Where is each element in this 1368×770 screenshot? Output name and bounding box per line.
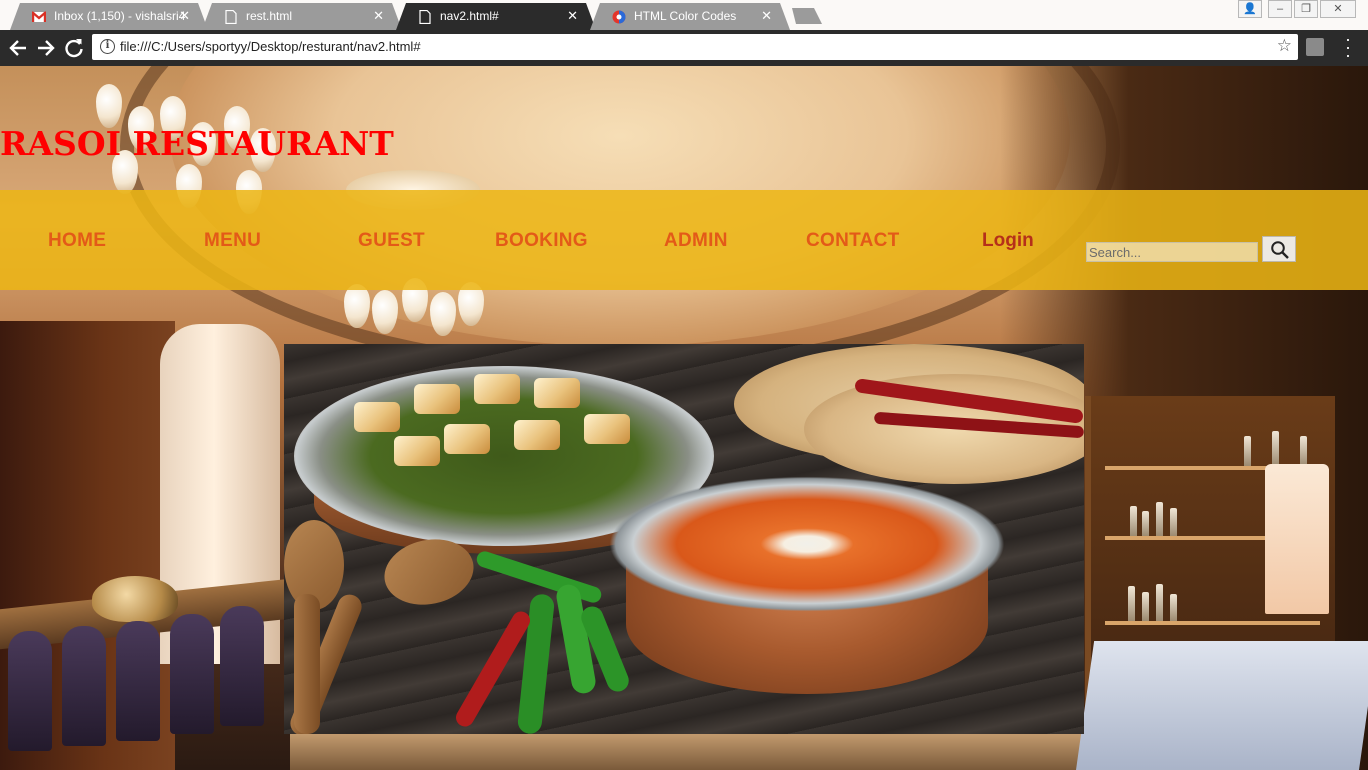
forward-arrow-icon[interactable]	[34, 36, 58, 60]
tab-strip: Inbox (1,150) - vishalsri4 ✕ rest.html ✕…	[0, 0, 1368, 30]
restore-button[interactable]: ❐	[1294, 0, 1318, 18]
close-icon[interactable]: ✕	[179, 8, 190, 24]
back-arrow-icon[interactable]	[6, 36, 30, 60]
new-tab-button[interactable]	[788, 8, 822, 24]
close-window-button[interactable]: ✕	[1320, 0, 1356, 18]
bookmark-star-icon[interactable]: ☆	[1277, 36, 1292, 56]
nav-guest[interactable]: GUEST	[358, 230, 425, 252]
close-icon[interactable]: ✕	[373, 8, 384, 24]
tab-title: Inbox (1,150) - vishalsri4	[54, 9, 186, 23]
close-icon[interactable]: ✕	[567, 8, 578, 24]
nav-login[interactable]: Login	[982, 230, 1034, 252]
extension-pdf-icon[interactable]	[1306, 38, 1324, 56]
user-icon[interactable]: 👤	[1238, 0, 1262, 18]
nav-home[interactable]: HOME	[48, 230, 106, 252]
tab-rest[interactable]: rest.html ✕	[202, 3, 402, 30]
page-icon	[224, 10, 238, 24]
tab-title: rest.html	[246, 9, 293, 23]
tab-gmail[interactable]: Inbox (1,150) - vishalsri4 ✕	[10, 3, 208, 30]
page-content: RASOI RESTAURANT HOME MENU GUEST BOOKING…	[0, 66, 1368, 770]
tab-title: HTML Color Codes	[634, 9, 737, 23]
search-button[interactable]	[1262, 236, 1296, 262]
info-icon[interactable]: i	[100, 39, 115, 54]
nav-booking[interactable]: BOOKING	[495, 230, 588, 252]
tab-nav2[interactable]: nav2.html# ✕	[396, 3, 596, 30]
minimize-button[interactable]: –	[1268, 0, 1292, 18]
url-text[interactable]: file:///C:/Users/sportyy/Desktop/restura…	[120, 39, 421, 54]
gmail-icon	[32, 10, 46, 24]
tab-title: nav2.html#	[440, 9, 499, 23]
nav-menu[interactable]: MENU	[204, 230, 261, 252]
close-icon[interactable]: ✕	[761, 8, 772, 24]
reload-icon[interactable]	[62, 36, 86, 60]
search-input[interactable]	[1086, 242, 1258, 262]
main-nav: HOME MENU GUEST BOOKING ADMIN CONTACT Lo…	[0, 190, 1368, 290]
tab-html-color-codes[interactable]: HTML Color Codes ✕	[590, 3, 790, 30]
site-title: RASOI RESTAURANT	[0, 124, 394, 163]
nav-contact[interactable]: CONTACT	[806, 230, 900, 252]
page-icon	[418, 10, 432, 24]
address-bar[interactable]: i file:///C:/Users/sportyy/Desktop/restu…	[92, 34, 1298, 60]
site-icon	[612, 10, 626, 24]
food-hero-image	[284, 344, 1084, 734]
nav-admin[interactable]: ADMIN	[664, 230, 728, 252]
browser-toolbar: i file:///C:/Users/sportyy/Desktop/restu…	[0, 30, 1368, 66]
more-menu-icon[interactable]: · · ·	[1340, 30, 1356, 64]
search-icon	[1271, 241, 1289, 259]
